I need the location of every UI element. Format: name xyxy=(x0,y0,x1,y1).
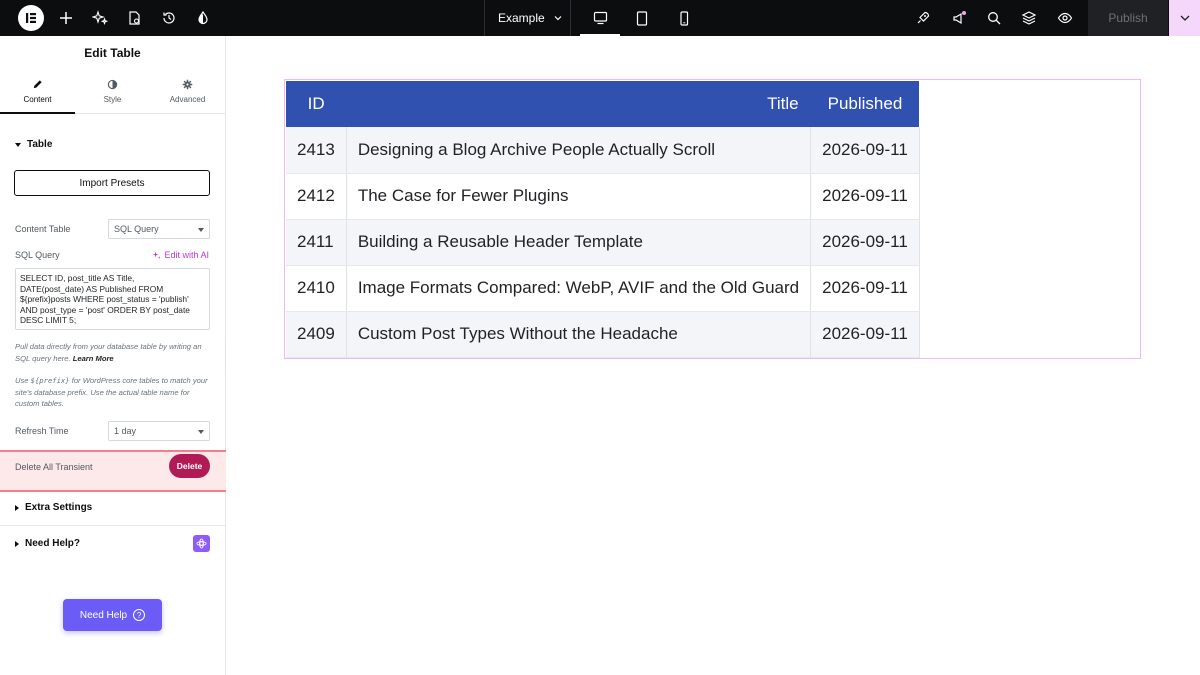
chevron-down-icon xyxy=(1180,15,1189,21)
delete-transient-button[interactable]: Delete xyxy=(169,454,210,478)
cell-id: 2410 xyxy=(286,265,347,312)
publish-button[interactable]: Publish xyxy=(1088,0,1168,36)
table-row: 2409 Custom Post Types Without the Heada… xyxy=(286,311,920,358)
help-plugin-icon[interactable] xyxy=(193,535,210,552)
desktop-icon[interactable] xyxy=(580,0,620,36)
history-icon[interactable] xyxy=(159,8,179,28)
section-extra-settings-toggle[interactable]: Extra Settings xyxy=(0,502,107,513)
divider xyxy=(0,525,226,526)
divider xyxy=(570,0,571,36)
table-widget[interactable]: ID Title Published 2413 Designing a Blog… xyxy=(284,79,1141,359)
layers-icon[interactable] xyxy=(1019,8,1039,28)
table-row: 2411 Building a Reusable Header Template… xyxy=(286,219,920,266)
document-title: Example xyxy=(498,11,545,25)
cell-title: The Case for Fewer Plugins xyxy=(346,173,812,220)
table-header-row: ID Title Published xyxy=(286,81,920,127)
header-published: Published xyxy=(810,81,920,127)
header-title: Title xyxy=(346,81,811,127)
tab-label: Content xyxy=(23,95,52,104)
need-help-button[interactable]: Need Help ? xyxy=(63,599,162,631)
sql-query-label: SQL Query xyxy=(15,250,60,260)
publish-options-button[interactable] xyxy=(1169,0,1200,36)
cell-title: Building a Reusable Header Template xyxy=(346,219,812,266)
gear-icon xyxy=(182,79,193,90)
tab-style[interactable]: Style xyxy=(75,70,150,113)
content-table-label: Content Table xyxy=(15,224,71,234)
tab-label: Advanced xyxy=(169,95,206,104)
data-table: ID Title Published 2413 Designing a Blog… xyxy=(286,81,920,358)
cell-published: 2026-09-11 xyxy=(810,173,920,220)
preview-eye-icon[interactable] xyxy=(1055,8,1075,28)
elementor-logo-icon[interactable] xyxy=(18,5,44,31)
chevron-down-icon xyxy=(554,16,562,21)
dropdown-caret-icon xyxy=(198,228,204,232)
section-title: Extra Settings xyxy=(25,502,93,513)
panel-title: Edit Table xyxy=(84,46,141,60)
search-icon[interactable] xyxy=(984,8,1004,28)
edit-with-ai-link[interactable]: Edit with AI xyxy=(152,250,209,260)
cell-published: 2026-09-11 xyxy=(810,219,920,266)
cell-published: 2026-09-11 xyxy=(810,127,920,174)
tablet-icon[interactable] xyxy=(622,0,662,36)
cell-title: Custom Post Types Without the Headache xyxy=(346,311,812,358)
help-text-pre: Use xyxy=(15,376,29,385)
ai-sparkle-icon xyxy=(153,251,162,259)
announcement-icon[interactable] xyxy=(949,8,969,28)
tab-label: Style xyxy=(103,95,122,104)
caret-down-icon xyxy=(15,142,21,147)
need-help-label: Need Help xyxy=(79,609,128,621)
tab-advanced[interactable]: Advanced xyxy=(150,70,225,113)
cell-id: 2412 xyxy=(286,173,347,220)
select-value: 1 day xyxy=(114,426,137,436)
section-need-help-toggle[interactable]: Need Help? xyxy=(0,538,95,549)
import-presets-button[interactable]: Import Presets xyxy=(14,170,210,196)
cell-id: 2409 xyxy=(286,311,347,358)
prefix-code: ${prefix} xyxy=(30,376,70,385)
mobile-icon[interactable] xyxy=(664,0,704,36)
cell-title: Image Formats Compared: WebP, AVIF and t… xyxy=(346,265,812,312)
section-title: Need Help? xyxy=(25,538,81,549)
document-title-dropdown[interactable]: Example xyxy=(498,0,563,36)
cell-id: 2413 xyxy=(286,127,347,174)
preview-canvas: ID Title Published 2413 Designing a Blog… xyxy=(227,36,1200,675)
prefix-help-text: Use ${prefix} for WordPress core tables … xyxy=(15,375,215,410)
cell-published: 2026-09-11 xyxy=(810,311,920,358)
cell-title: Designing a Blog Archive People Actually… xyxy=(346,127,812,174)
table-row: 2412 The Case for Fewer Plugins 2026-09-… xyxy=(286,173,920,220)
table-row: 2410 Image Formats Compared: WebP, AVIF … xyxy=(286,265,920,312)
question-icon: ? xyxy=(133,609,146,621)
refresh-time-select[interactable]: 1 day xyxy=(108,421,210,441)
edit-with-ai-label: Edit with AI xyxy=(164,250,209,260)
section-title: Table xyxy=(27,139,53,150)
delete-transient-row: Delete All Transient Delete xyxy=(0,450,226,492)
pencil-icon xyxy=(33,80,42,89)
tab-content[interactable]: Content xyxy=(0,70,75,114)
theme-style-icon[interactable] xyxy=(193,8,213,28)
sparkle-icon[interactable] xyxy=(90,8,110,28)
divider xyxy=(484,0,485,36)
sql-query-textarea[interactable]: SELECT ID, post_title AS Title, DATE(pos… xyxy=(15,268,210,330)
panel-tabs: Content Style Advanced xyxy=(0,70,225,114)
editor-panel: Edit Table Content Style Advanced Table … xyxy=(0,36,226,675)
half-circle-icon xyxy=(107,79,118,90)
section-table-toggle[interactable]: Table xyxy=(0,139,67,150)
delete-transient-label: Delete All Transient xyxy=(15,462,93,472)
plus-icon[interactable] xyxy=(56,8,76,28)
dropdown-caret-icon xyxy=(198,430,204,434)
rocket-icon[interactable] xyxy=(913,8,933,28)
caret-right-icon xyxy=(15,540,19,547)
learn-more-link[interactable]: Learn More xyxy=(73,354,114,363)
content-table-select[interactable]: SQL Query xyxy=(108,219,210,239)
caret-right-icon xyxy=(15,504,19,511)
select-value: SQL Query xyxy=(114,224,159,234)
cell-published: 2026-09-11 xyxy=(810,265,920,312)
header-id: ID xyxy=(286,81,347,127)
page-settings-icon[interactable] xyxy=(124,8,144,28)
sql-help-text: Pull data directly from your database ta… xyxy=(15,341,215,364)
refresh-time-label: Refresh Time xyxy=(15,426,69,436)
table-row: 2413 Designing a Blog Archive People Act… xyxy=(286,127,920,174)
top-bar: Example Publish xyxy=(0,0,1200,36)
cell-id: 2411 xyxy=(286,219,347,266)
